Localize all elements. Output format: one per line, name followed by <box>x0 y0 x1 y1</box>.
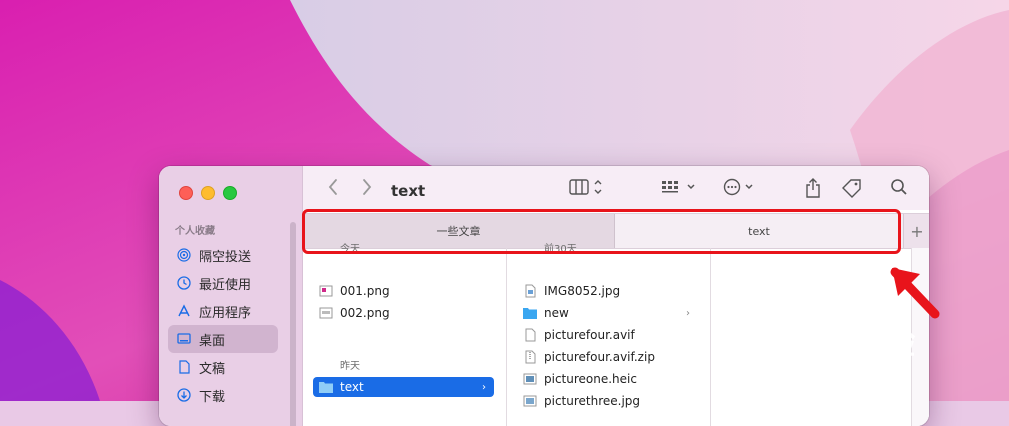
sidebar-item-downloads[interactable]: 下载 <box>168 381 278 409</box>
group-icon[interactable] <box>661 178 699 196</box>
file-name: picturefour.avif <box>544 328 635 342</box>
chevron-right-icon: › <box>482 381 486 393</box>
forward-icon[interactable] <box>361 178 373 196</box>
clock-icon <box>177 276 191 290</box>
image-file-icon <box>319 284 333 298</box>
list-item[interactable]: IMG8052.jpg <box>517 281 698 301</box>
sidebar-item-label: 最近使用 <box>199 277 252 293</box>
image-file-icon <box>523 372 537 386</box>
close-button[interactable] <box>179 186 193 200</box>
back-icon[interactable] <box>327 178 339 196</box>
finder-window: 个人收藏 隔空投送 最近使用 应用程序 桌面 文稿 下载 text 一些文章 t… <box>159 166 929 426</box>
folder-icon <box>523 306 537 320</box>
list-item[interactable]: new › <box>517 303 698 323</box>
sidebar-list: 隔空投送 最近使用 应用程序 桌面 文稿 下载 <box>168 241 278 409</box>
file-name: new <box>544 306 569 320</box>
column-text: 前30天 IMG8052.jpg new › picturefour.avif … <box>507 244 711 426</box>
sidebar-item-desktop[interactable]: 桌面 <box>168 325 278 353</box>
file-name: IMG8052.jpg <box>544 284 621 298</box>
more-icon[interactable] <box>723 178 759 196</box>
file-name: pictureone.heic <box>544 372 637 386</box>
sidebar-item-label: 文稿 <box>199 361 226 377</box>
airdrop-icon <box>177 248 191 262</box>
new-tab-button[interactable]: + <box>903 214 929 248</box>
sidebar-item-documents[interactable]: 文稿 <box>168 353 278 381</box>
zip-file-icon <box>523 350 537 364</box>
column-view-icon[interactable] <box>569 178 603 196</box>
download-icon <box>177 388 191 402</box>
document-icon <box>177 360 191 374</box>
file-name: 001.png <box>340 284 390 298</box>
desktop-icon <box>177 332 191 346</box>
list-item[interactable]: 002.png <box>313 303 494 323</box>
sidebar-item-applications[interactable]: 应用程序 <box>168 297 278 325</box>
file-name: picturefour.avif.zip <box>544 350 655 364</box>
tab-bar-highlight <box>302 209 901 254</box>
apps-icon <box>177 304 191 318</box>
search-icon[interactable] <box>890 178 908 196</box>
image-file-icon <box>523 284 537 298</box>
window-title: text <box>391 182 426 200</box>
chevron-right-icon: › <box>686 307 690 319</box>
baidu-watermark: Bai 经验 jingyan.baidu.com <box>770 315 916 372</box>
sidebar-item-airdrop[interactable]: 隔空投送 <box>168 241 278 269</box>
list-item-selected[interactable]: text › <box>313 377 494 397</box>
share-icon[interactable] <box>805 178 821 198</box>
minimize-button[interactable] <box>201 186 215 200</box>
image-file-icon <box>319 306 333 320</box>
list-item[interactable]: picturethree.jpg <box>517 391 698 411</box>
traffic-lights <box>179 186 237 200</box>
tag-icon[interactable] <box>841 178 863 198</box>
maximize-button[interactable] <box>223 186 237 200</box>
sidebar-section-title: 个人收藏 <box>175 226 215 237</box>
file-name: picturethree.jpg <box>544 394 641 408</box>
image-file-icon <box>523 394 537 408</box>
file-name: 002.png <box>340 306 390 320</box>
sidebar-item-label: 下载 <box>199 389 226 405</box>
sidebar-item-label: 隔空投送 <box>199 249 252 265</box>
list-item[interactable]: picturefour.avif <box>517 325 698 345</box>
sidebar-item-recents[interactable]: 最近使用 <box>168 269 278 297</box>
list-item[interactable]: 001.png <box>313 281 494 301</box>
file-icon <box>523 328 537 342</box>
list-item[interactable]: pictureone.heic <box>517 369 698 389</box>
watermark-url: jingyan.baidu.com <box>776 357 896 372</box>
list-item[interactable]: picturefour.avif.zip <box>517 347 698 367</box>
column-desktop: 今天 001.png 002.png 昨天 text › <box>303 244 507 426</box>
sidebar-item-label: 应用程序 <box>199 305 252 321</box>
group-header-yesterday: 昨天 <box>340 361 360 372</box>
sidebar: 个人收藏 隔空投送 最近使用 应用程序 桌面 文稿 下载 <box>159 166 303 426</box>
main-pane: text 一些文章 text + 今天 001.png 002.png 昨天 t… <box>303 166 929 426</box>
sidebar-scrollbar[interactable] <box>290 222 296 426</box>
file-name: text <box>340 380 364 394</box>
sidebar-item-label: 桌面 <box>199 333 226 349</box>
toolbar: text <box>303 166 929 210</box>
folder-icon <box>319 380 333 394</box>
